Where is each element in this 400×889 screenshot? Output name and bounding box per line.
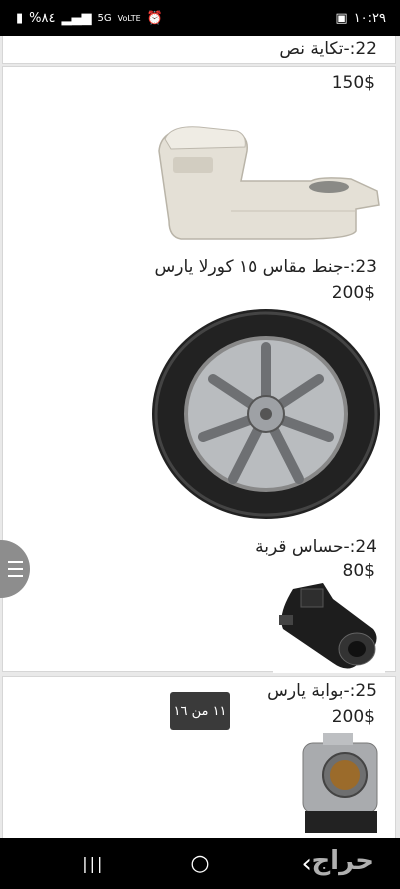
- item-25-title: 25:-بوابة يارس: [267, 681, 377, 701]
- listing-card-main: 150$ 23:-جنط مقاس ١٥ كورلا يارس 200$ 24:…: [2, 66, 396, 673]
- back-icon: ‹: [301, 848, 312, 879]
- throttle-body-image: [295, 729, 387, 838]
- listing-card-22: 22:-تكاية نص: [2, 36, 396, 64]
- wheel-rim-image: [152, 309, 380, 519]
- status-bar: ▮ %٨٤ ▂▄▆ 5G VoLTE ⏰ ▣ ١٠:٢٩: [0, 0, 400, 36]
- armrest-console-image: [151, 121, 383, 251]
- volte-label: VoLTE: [117, 13, 141, 23]
- signal-icon: ▂▄▆: [61, 10, 92, 26]
- handle-line: [7, 561, 23, 563]
- item-24-price: 80$: [342, 561, 375, 581]
- handle-line: [7, 568, 23, 570]
- clock: ١٠:٢٩: [353, 10, 386, 26]
- air-flow-sensor-image: [273, 579, 385, 673]
- item-22-title: 22:-تكاية نص: [279, 39, 377, 59]
- battery-icon: ▮: [16, 10, 24, 26]
- battery-percent: %٨٤: [29, 10, 56, 26]
- item-22-price: 150$: [331, 73, 375, 93]
- home-button[interactable]: ○: [180, 844, 220, 884]
- alarm-icon: ⏰: [146, 10, 163, 26]
- home-icon: ○: [190, 851, 210, 876]
- network-label: 5G: [97, 12, 112, 24]
- recents-button[interactable]: |||: [73, 844, 113, 884]
- image-page-indicator: ١١ من ١٦: [170, 692, 230, 730]
- status-right: ▣ ١٠:٢٩: [335, 11, 386, 26]
- haraj-watermark: حراج: [311, 846, 374, 876]
- status-left: ▮ %٨٤ ▂▄▆ 5G VoLTE ⏰: [16, 11, 163, 26]
- recents-icon: |||: [82, 854, 105, 873]
- item-23-price: 200$: [331, 283, 375, 303]
- item-24-title: 24:-حساس قربة: [255, 537, 377, 557]
- item-23-title: 23:-جنط مقاس ١٥ كورلا يارس: [154, 257, 377, 277]
- item-25-price: 200$: [331, 707, 375, 727]
- handle-line: [7, 575, 23, 577]
- gallery-icon: ▣: [335, 10, 348, 26]
